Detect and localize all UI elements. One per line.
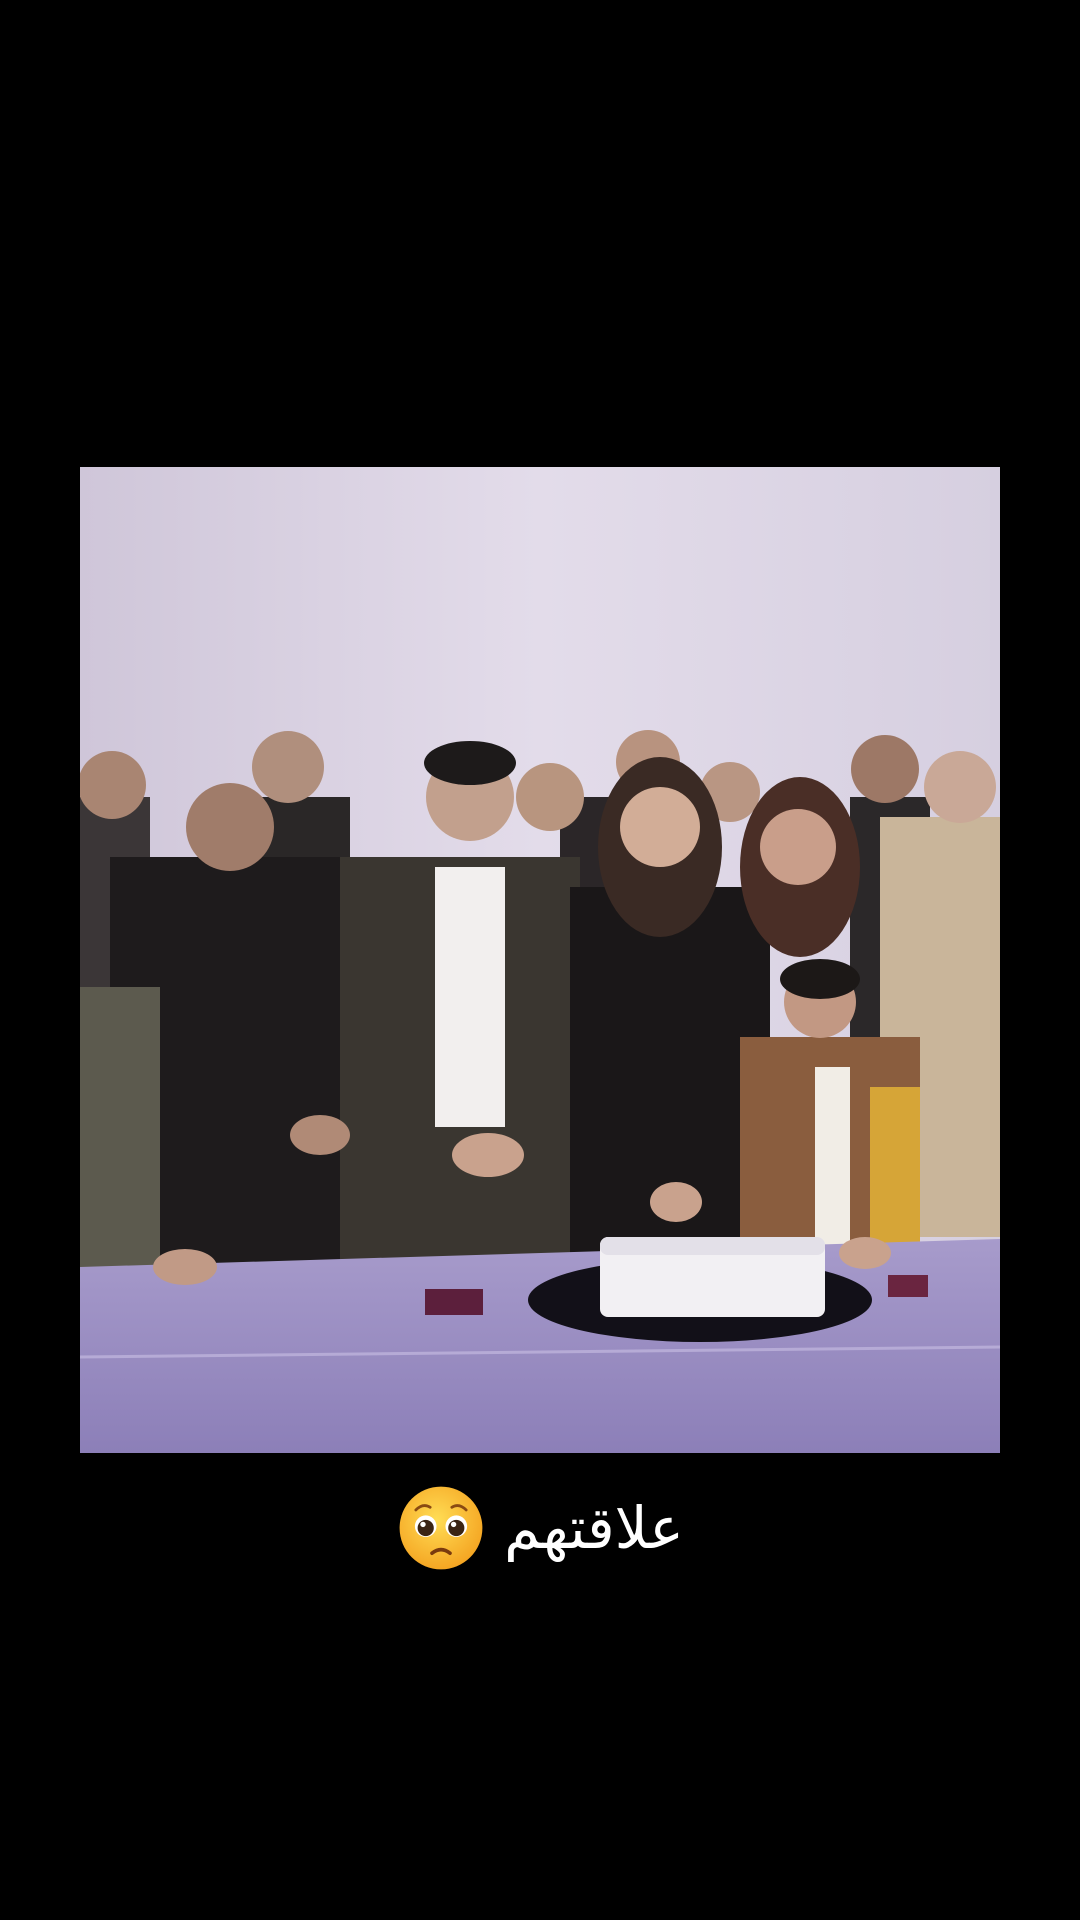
table xyxy=(80,1239,1000,1453)
caption: علاقتهم xyxy=(0,1478,1080,1578)
pleading-face-icon xyxy=(399,1486,483,1570)
story-screen: علاقتهم xyxy=(0,0,1080,1920)
caption-text: علاقتهم xyxy=(504,1494,684,1562)
group-photo-illustration xyxy=(80,467,1000,1453)
group-photo xyxy=(80,467,1000,1453)
